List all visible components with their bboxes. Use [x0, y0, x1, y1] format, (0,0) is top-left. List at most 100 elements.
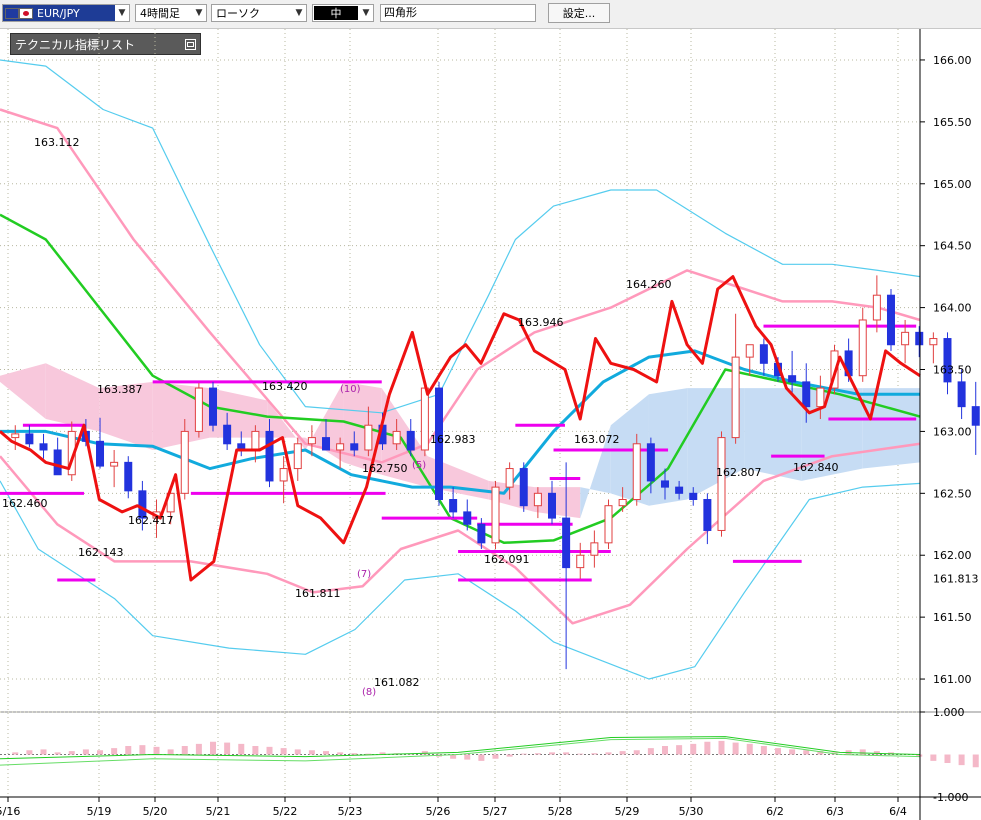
settings-button[interactable]: 設定...: [548, 3, 610, 23]
candle-up: [533, 492, 542, 507]
oscillator-bar: [210, 741, 217, 755]
candle-up: [307, 437, 316, 445]
cloud-segment: [862, 388, 920, 469]
oscillator-bar: [619, 751, 626, 755]
wave-label: (7): [357, 569, 371, 580]
price-label: 161.811: [295, 587, 341, 600]
oscillator-bar: [139, 745, 146, 755]
candle-down: [350, 443, 359, 451]
cloud-segment: [0, 363, 46, 420]
drawing-tool-field[interactable]: 四角形: [380, 4, 536, 22]
date-tick-label: 5/22: [273, 805, 298, 818]
candle-down: [53, 449, 62, 476]
oscillator-signal-line: [0, 736, 921, 760]
wave-label: (5): [412, 460, 426, 471]
price-label: 162.983: [430, 433, 476, 446]
candle-down: [802, 381, 811, 408]
chevron-down-icon[interactable]: ▼: [292, 5, 306, 21]
oscillator-bar: [464, 754, 471, 760]
candle-up: [632, 443, 641, 501]
oscillator-bar: [68, 751, 75, 755]
oscillator-bar: [478, 754, 485, 761]
currency-pair-dropdown[interactable]: EUR/JPY ▼: [2, 4, 130, 22]
chevron-down-icon[interactable]: ▼: [192, 5, 206, 21]
oscillator-bar: [82, 749, 89, 755]
candle-up: [745, 344, 754, 358]
candle-up: [251, 430, 260, 451]
oscillator-bar: [732, 742, 739, 755]
price-label: 162.807: [716, 466, 762, 479]
current-price-label: 161.813: [933, 572, 979, 585]
oscillator-bar: [181, 746, 188, 755]
line-width-dropdown[interactable]: 中 ▼: [312, 4, 374, 22]
chevron-down-icon[interactable]: ▼: [359, 5, 373, 21]
oscillator-bar: [633, 750, 640, 755]
time-axis: 5/16 5/19 5/20 5/21 5/22 5/23 5/26 5/27 5/28 5/29…: [0, 797, 907, 818]
oscillator-bar: [859, 749, 866, 755]
price-label: 163.112: [34, 136, 80, 149]
chart-style-label: ローソク: [216, 7, 260, 20]
date-tick-label: 5/20: [143, 805, 168, 818]
candle-up: [505, 468, 514, 488]
price-tick-label: 163.00: [933, 425, 972, 438]
candle-down: [463, 511, 472, 525]
chart-style-dropdown[interactable]: ローソク ▼: [211, 4, 307, 22]
date-tick-label: 5/26: [426, 805, 451, 818]
price-label: 162.143: [78, 546, 124, 559]
wave-label: (10): [340, 384, 361, 395]
price-label: 162.840: [793, 461, 839, 474]
oscillator-bar: [280, 748, 287, 755]
jp-flag-icon: [19, 7, 33, 19]
price-label: 164.260: [626, 278, 672, 291]
price-tick-label: 161.50: [933, 611, 972, 624]
oscillator-bar: [690, 743, 697, 755]
currency-flags-icon: [5, 7, 33, 19]
oscillator-bar: [167, 749, 174, 755]
oscillator-bar: [195, 743, 202, 755]
oscillator-bar: [930, 754, 937, 761]
line-width-label: 中: [314, 6, 358, 20]
candle-up: [717, 437, 726, 531]
oscillator-bar: [760, 746, 767, 755]
cloud-segment: [45, 363, 100, 432]
oscillator-bar: [591, 753, 598, 755]
timeframe-dropdown[interactable]: 4時間足 ▼: [135, 4, 207, 22]
candle-down: [759, 344, 768, 364]
candle-down: [96, 440, 105, 467]
candle-down: [957, 381, 966, 408]
oscillator-bar: [308, 750, 315, 755]
price-chart[interactable]: 163.112 162.460 162.143 163.387 162.417 163.4…: [0, 29, 981, 820]
price-label: 162.417: [128, 514, 174, 527]
candle-down: [406, 430, 415, 451]
oscillator-bar: [40, 749, 47, 755]
price-label: 162.460: [2, 497, 48, 510]
price-tick-label: 164.50: [933, 240, 972, 253]
candle-down: [25, 433, 34, 445]
price-tick-label: 164.00: [933, 302, 972, 315]
oscillator-bar: [111, 748, 118, 755]
candle-up: [293, 443, 302, 470]
oscillator-bar: [704, 741, 711, 755]
oscillator-bar: [351, 753, 358, 755]
oscillator-bar: [153, 746, 160, 755]
oscillator-bar: [266, 746, 273, 755]
oscillator-bar: [534, 753, 541, 755]
candle-down: [449, 499, 458, 513]
candle-up: [590, 542, 599, 556]
candle-up: [816, 387, 825, 408]
candle-down: [322, 437, 331, 451]
date-tick-label: 5/29: [615, 805, 640, 818]
oscillator-bar: [238, 743, 245, 755]
candle-up: [11, 433, 20, 439]
oscillator-bar: [718, 740, 725, 755]
oscillator-bar: [549, 752, 555, 755]
timeframe-label: 4時間足: [140, 7, 180, 20]
oscillator-bar: [958, 754, 965, 766]
currency-pair-label: EUR/JPY: [37, 6, 80, 20]
oscillator-bar: [492, 754, 499, 759]
candle-down: [124, 461, 133, 492]
date-tick-label: 5/23: [338, 805, 363, 818]
chevron-down-icon[interactable]: ▼: [115, 5, 129, 21]
candle-up: [392, 430, 401, 445]
price-label: 162.091: [484, 553, 530, 566]
